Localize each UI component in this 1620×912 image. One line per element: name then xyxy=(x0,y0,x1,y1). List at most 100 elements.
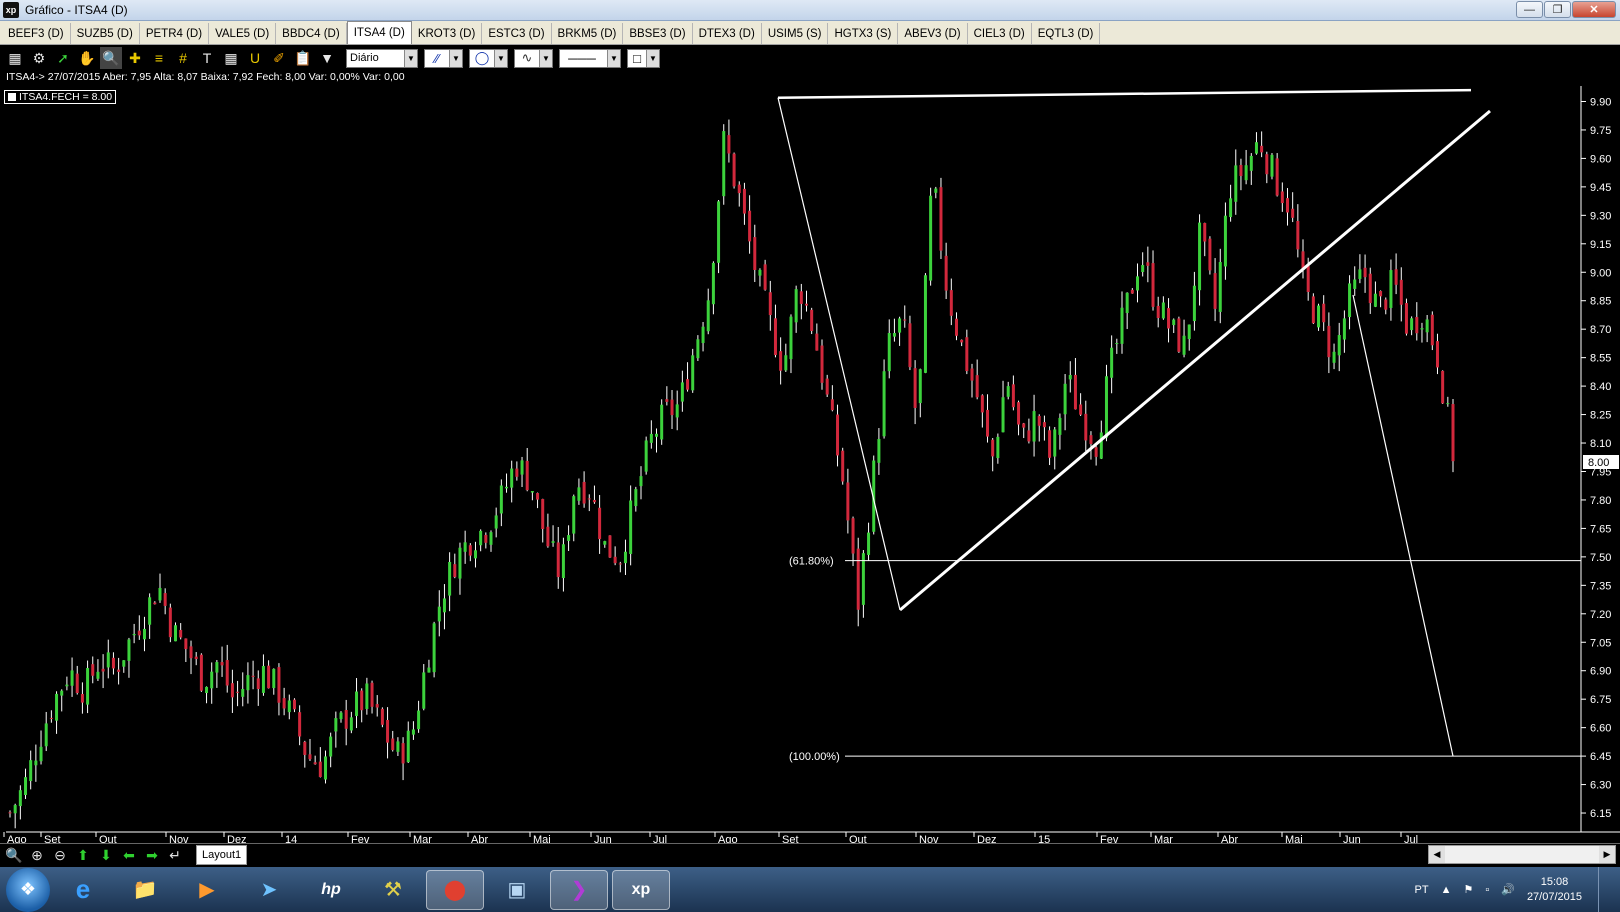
arrow-right-icon[interactable]: ➡ xyxy=(142,845,162,865)
candle-body xyxy=(1053,429,1057,457)
zoom-out-icon[interactable]: ⊖ xyxy=(50,845,70,865)
resistance-line xyxy=(777,88,1472,99)
candle-body xyxy=(349,717,353,731)
scroll-left-icon[interactable]: ◀ xyxy=(1429,846,1445,863)
candle-body xyxy=(655,433,659,437)
candle-body xyxy=(220,662,224,666)
start-button[interactable]: ❖ xyxy=(6,867,50,912)
candle-body xyxy=(39,746,43,762)
tool-icon[interactable]: ⚒ xyxy=(364,870,422,910)
chrome-icon[interactable]: ⬤ xyxy=(426,869,484,910)
candle-body xyxy=(360,690,364,711)
candle-body xyxy=(137,630,141,636)
candle-body xyxy=(86,668,90,705)
candle-body xyxy=(975,375,979,398)
candle-body xyxy=(484,534,488,543)
zoom-in-icon[interactable]: ⊕ xyxy=(27,845,47,865)
arrow-left-icon[interactable]: ⬅ xyxy=(119,845,139,865)
y-tick-label: 9.90 xyxy=(1590,96,1611,108)
candle-body xyxy=(380,708,384,725)
ie-icon[interactable]: e xyxy=(54,870,112,910)
y-tick-label: 9.30 xyxy=(1590,210,1611,222)
candle-body xyxy=(1337,335,1341,356)
language-indicator[interactable]: PT xyxy=(1415,884,1429,896)
y-tick-label: 8.55 xyxy=(1590,353,1611,365)
system-tray: PT ▲ ⚑ ▫ 🔊 15:08 27/07/2015 xyxy=(1415,867,1620,912)
candle-body xyxy=(960,339,964,343)
candle-body xyxy=(1146,262,1150,266)
candle-body xyxy=(391,738,395,751)
candle-body xyxy=(1022,423,1026,428)
candle-body xyxy=(1042,422,1046,428)
price-chart[interactable]: 9.90 9.75 9.60 9.45 9.30 9.15 9.00 8.85 8.70 8.55… xyxy=(0,0,1620,843)
y-tick-label: 6.60 xyxy=(1590,723,1611,735)
candle-body xyxy=(1332,351,1336,363)
candle-body xyxy=(494,515,498,529)
signal-icon[interactable]: ▫ xyxy=(1485,884,1489,896)
y-tick-label: 8.40 xyxy=(1590,381,1611,393)
candle-body xyxy=(427,667,431,673)
candle-body xyxy=(639,476,643,487)
candle-body xyxy=(629,500,633,554)
show-desktop-button[interactable] xyxy=(1598,867,1610,912)
candle-body xyxy=(1073,374,1077,410)
candle-body xyxy=(417,710,421,730)
candle-body xyxy=(111,657,115,669)
candle-body xyxy=(1167,308,1171,329)
zoom-icon[interactable]: 🔍 xyxy=(4,845,24,865)
x-tick-label: Fev xyxy=(1100,834,1119,843)
clock[interactable]: 15:08 27/07/2015 xyxy=(1527,875,1582,905)
scroll-right-icon[interactable]: ▶ xyxy=(1599,846,1615,863)
xp-icon[interactable]: xp xyxy=(612,869,670,910)
candle-body xyxy=(649,433,653,443)
candle-body xyxy=(396,741,400,752)
candle-body xyxy=(939,187,943,251)
candle-body xyxy=(804,303,808,306)
candle-body xyxy=(458,547,462,579)
candle-body xyxy=(1125,292,1129,314)
candle-body xyxy=(1430,314,1434,346)
candle-body xyxy=(944,255,948,291)
arrow-app-icon[interactable]: ❯ xyxy=(550,869,608,910)
candle-body xyxy=(965,337,969,372)
screen-icon[interactable]: ▣ xyxy=(488,870,546,910)
chevron-up-icon[interactable]: ▲ xyxy=(1441,884,1452,896)
candle-body xyxy=(1368,273,1372,304)
explorer-icon[interactable]: 📁 xyxy=(116,870,174,910)
candle-body xyxy=(251,675,255,677)
arrow-up-icon[interactable]: ⬆ xyxy=(73,845,93,865)
network-icon[interactable]: ➤ xyxy=(240,870,298,910)
candle-body xyxy=(541,499,545,530)
candle-body xyxy=(1441,370,1445,404)
candle-body xyxy=(386,719,390,743)
windows-taskbar: ❖ e 📁 ▶ ➤ hp ⚒ ⬤ ▣ ❯ xp PT ▲ ⚑ ▫ 🔊 15:08… xyxy=(0,867,1620,912)
clock-time: 15:08 xyxy=(1540,875,1569,888)
flag-icon[interactable]: ⚑ xyxy=(1463,883,1473,896)
candle-body xyxy=(80,694,84,703)
return-icon[interactable]: ↵ xyxy=(165,845,185,865)
candle-body xyxy=(34,760,38,766)
y-tick-label: 9.00 xyxy=(1590,267,1611,279)
candle-body xyxy=(1260,145,1264,153)
candle-body xyxy=(44,723,48,747)
candle-body xyxy=(127,639,131,661)
horizontal-scrollbar[interactable]: ◀ ▶ xyxy=(1428,845,1616,864)
candle-body xyxy=(623,551,627,564)
candle-body xyxy=(722,131,726,197)
arrow-down-icon[interactable]: ⬇ xyxy=(96,845,116,865)
candle-body xyxy=(908,323,912,368)
candle-body xyxy=(1415,317,1419,334)
x-tick-label: Jul xyxy=(653,834,667,843)
x-tick-label: Mar xyxy=(1154,834,1173,843)
candle-body xyxy=(515,468,519,477)
hp-icon[interactable]: hp xyxy=(302,870,360,910)
y-tick-label: 9.15 xyxy=(1590,239,1611,251)
volume-icon[interactable]: 🔊 xyxy=(1501,883,1515,896)
x-tick-label: Mar xyxy=(413,834,432,843)
candle-body xyxy=(1244,165,1248,181)
candle-body xyxy=(644,440,648,472)
layout-tab[interactable]: Layout1 xyxy=(196,845,248,865)
candle-body xyxy=(525,460,529,491)
candle-body xyxy=(174,625,178,642)
media-icon[interactable]: ▶ xyxy=(178,870,236,910)
